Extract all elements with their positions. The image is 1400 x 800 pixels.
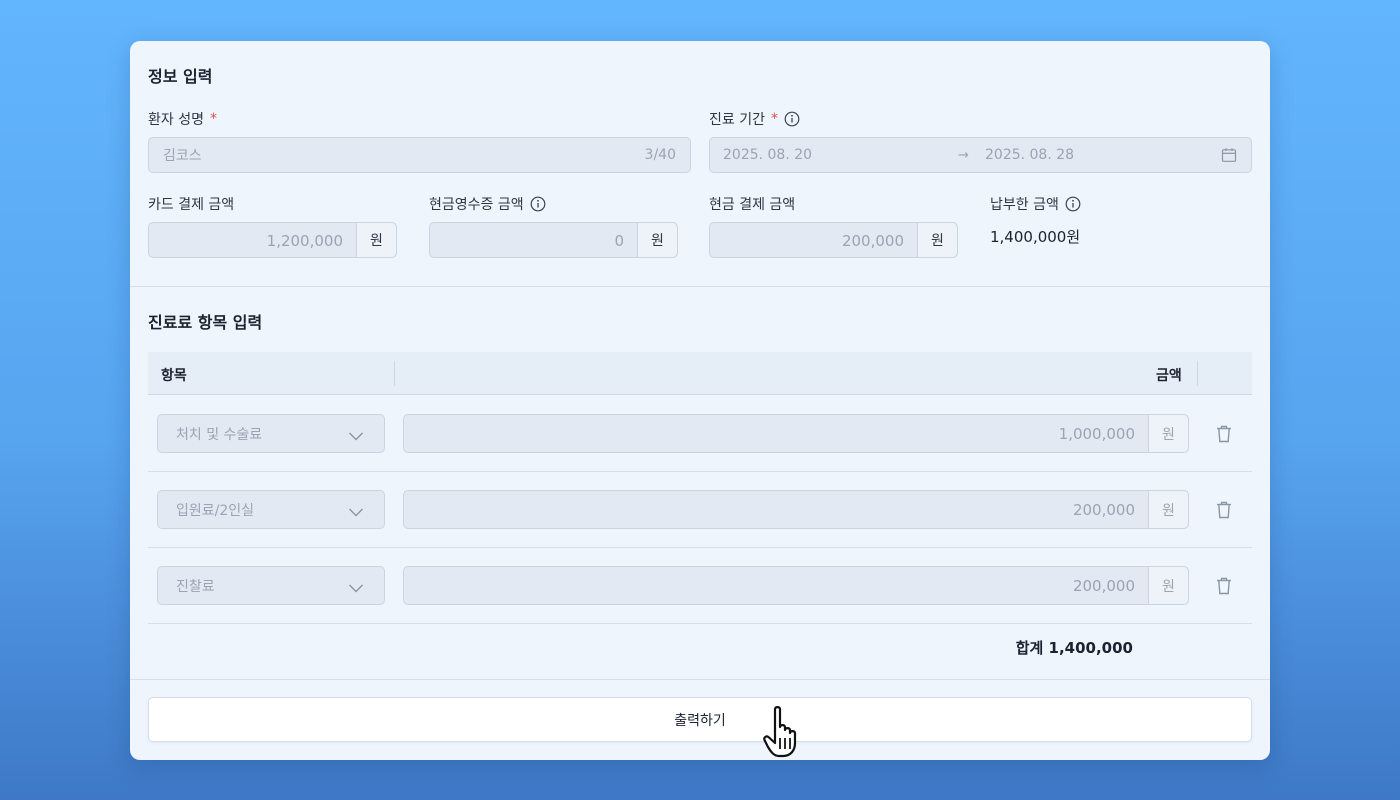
fee-item-value: 처치 및 수술료	[176, 426, 263, 443]
card-amount-input[interactable]: 1,200,000 원	[148, 222, 397, 258]
cash-receipt-amount-label: 현금영수증 금액	[429, 194, 546, 214]
required-mark: *	[209, 111, 217, 127]
fee-section-title: 진료료 항목 입력	[148, 313, 263, 332]
period-label-text: 진료 기간	[709, 112, 765, 128]
row-divider	[148, 623, 1252, 624]
fee-amount-input[interactable]: 200,000 원	[403, 490, 1189, 529]
fee-amount-unit: 원	[1148, 567, 1188, 604]
trash-icon[interactable]	[1214, 576, 1234, 600]
info-section-title: 정보 입력	[148, 67, 213, 86]
trash-icon[interactable]	[1214, 424, 1234, 448]
period-date-range-input[interactable]: 2025. 08. 20 → 2025. 08. 28	[709, 137, 1252, 173]
paid-amount-label-text: 납부한 금액	[990, 197, 1059, 213]
chevron-down-icon	[348, 579, 364, 598]
column-header-item: 항목	[161, 368, 187, 384]
period-arrow: →	[958, 147, 969, 163]
period-start-date[interactable]: 2025. 08. 20	[723, 147, 812, 163]
fee-item-select[interactable]: 입원료/2인실	[157, 490, 385, 529]
card-amount-value: 1,200,000	[266, 231, 343, 250]
fee-amount-value: 200,000	[1072, 577, 1135, 595]
trash-icon[interactable]	[1214, 500, 1234, 524]
header-divider	[394, 361, 395, 386]
cash-receipt-amount-value: 0	[614, 231, 624, 250]
card-amount-label: 카드 결제 금액	[148, 197, 235, 213]
patient-name-value: 김코스	[163, 148, 202, 164]
fee-amount-input[interactable]: 200,000 원	[403, 566, 1189, 605]
period-end-date[interactable]: 2025. 08. 28	[985, 147, 1074, 163]
patient-name-label-text: 환자 성명	[148, 112, 204, 128]
cash-amount-value: 200,000	[841, 231, 904, 250]
cash-receipt-amount-unit: 원	[637, 223, 677, 257]
print-button[interactable]: 출력하기	[148, 697, 1252, 742]
footer-divider	[130, 679, 1270, 680]
card-amount-unit: 원	[356, 223, 396, 257]
row-divider	[148, 547, 1252, 548]
fee-total: 합계 1,400,000	[1015, 639, 1133, 657]
patient-name-counter: 3/40	[644, 147, 676, 163]
fee-amount-value: 200,000	[1072, 501, 1135, 519]
info-icon[interactable]	[1065, 196, 1081, 212]
fee-item-value: 진찰료	[176, 578, 215, 595]
row-divider	[148, 471, 1252, 472]
header-divider	[1197, 361, 1198, 386]
required-mark: *	[770, 111, 778, 127]
paid-amount-value: 1,400,000원	[990, 228, 1081, 246]
fee-amount-unit: 원	[1148, 415, 1188, 452]
info-icon[interactable]	[784, 111, 800, 127]
paid-amount-label: 납부한 금액	[990, 194, 1081, 214]
chevron-down-icon	[348, 503, 364, 522]
cash-receipt-amount-input[interactable]: 0 원	[429, 222, 678, 258]
period-label: 진료 기간 *	[709, 109, 800, 129]
patient-name-label: 환자 성명 *	[148, 109, 217, 129]
fee-item-value: 입원료/2인실	[176, 502, 255, 519]
cash-amount-unit: 원	[917, 223, 957, 257]
fee-amount-value: 1,000,000	[1058, 425, 1135, 443]
calendar-icon[interactable]	[1221, 147, 1237, 167]
fee-item-select[interactable]: 진찰료	[157, 566, 385, 605]
fee-amount-unit: 원	[1148, 491, 1188, 528]
hand-pointer-icon	[763, 705, 811, 763]
fee-amount-input[interactable]: 1,000,000 원	[403, 414, 1189, 453]
form-card: 정보 입력 환자 성명 * 김코스 3/40 진료 기간 * 2025. 08.…	[130, 41, 1270, 760]
patient-name-input[interactable]: 김코스 3/40	[148, 137, 691, 173]
column-header-amount: 금액	[1156, 368, 1182, 384]
cash-amount-input[interactable]: 200,000 원	[709, 222, 958, 258]
info-icon[interactable]	[530, 196, 546, 212]
section-divider	[130, 286, 1270, 287]
fee-table-header: 항목 금액	[148, 352, 1252, 395]
fee-item-select[interactable]: 처치 및 수술료	[157, 414, 385, 453]
cash-amount-label: 현금 결제 금액	[709, 197, 796, 213]
cash-receipt-amount-label-text: 현금영수증 금액	[429, 197, 524, 213]
chevron-down-icon	[348, 427, 364, 446]
